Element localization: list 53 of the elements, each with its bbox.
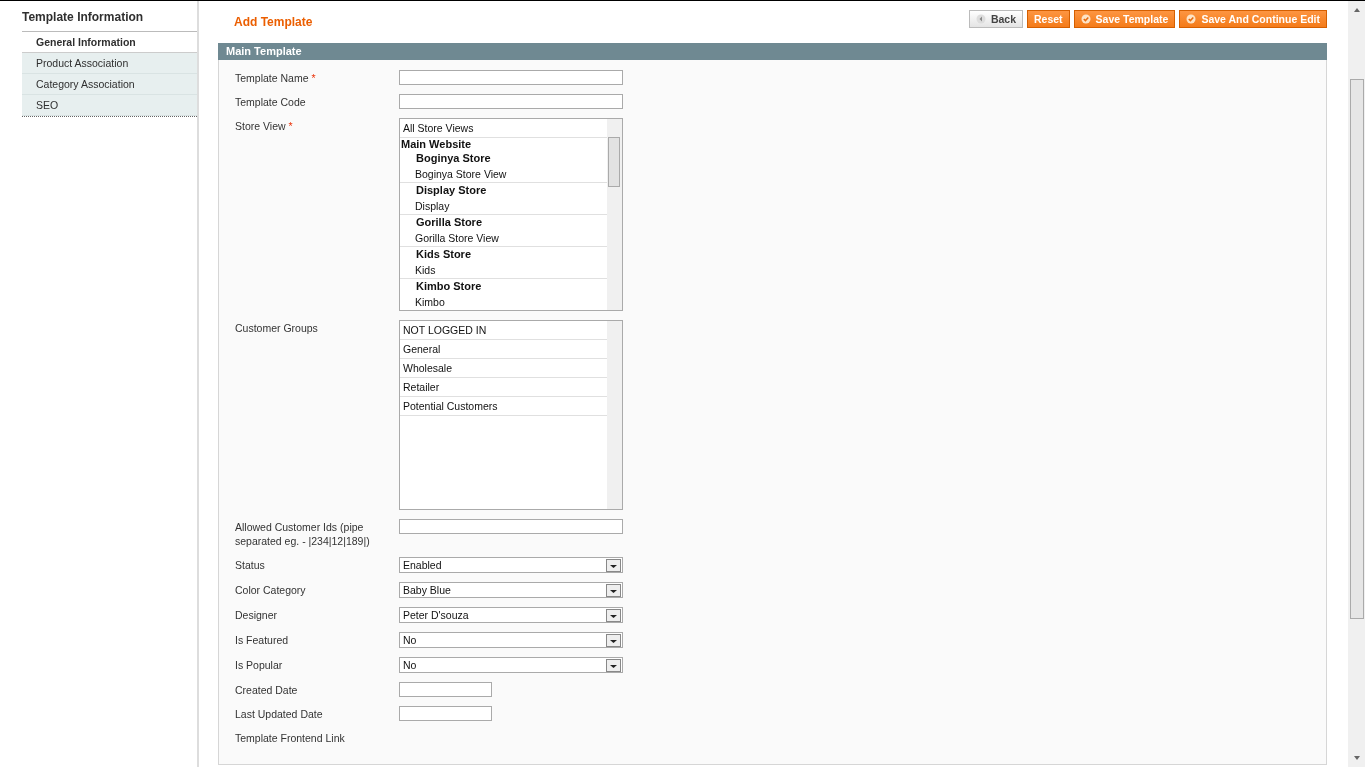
- multiselect-list[interactable]: All Store Views Main Website Boginya Store Boginya Store View Display Store Display Gorilla Store Gorilla Store View Kids Store Kids Kimbo Store Kimbo: [399, 118, 623, 311]
- list-scrollbar[interactable]: [607, 321, 622, 509]
- field-label: Is Featured: [235, 633, 290, 648]
- date-field[interactable]: [399, 706, 492, 721]
- text-field[interactable]: [399, 94, 623, 109]
- list-option[interactable]: Wholesale: [400, 359, 607, 378]
- list-option[interactable]: Kids: [400, 262, 607, 278]
- field-label: Designer: [235, 608, 279, 623]
- list-option[interactable]: Gorilla Store View: [400, 230, 607, 246]
- dropdown[interactable]: Enabled: [399, 557, 623, 573]
- dropdown[interactable]: Peter D'souza: [399, 607, 623, 623]
- list-option[interactable]: All Store Views: [400, 119, 607, 138]
- field-label: Allowed Customer Ids (pipe separated eg. - |234|12|189|): [235, 520, 371, 548]
- text-field[interactable]: [399, 70, 623, 85]
- list-option[interactable]: Kimbo: [400, 294, 607, 310]
- dropdown[interactable]: Baby Blue: [399, 582, 623, 598]
- check-icon: [1080, 14, 1091, 24]
- option-group: Kimbo Store: [400, 279, 607, 294]
- page-scrollbar[interactable]: [1348, 1, 1365, 767]
- list-scrollbar[interactable]: [607, 119, 622, 310]
- section-header: Main Template: [218, 43, 1327, 60]
- list-option[interactable]: NOT LOGGED IN: [400, 321, 607, 340]
- check-icon: [1186, 14, 1197, 24]
- dropdown[interactable]: No: [399, 632, 623, 648]
- field-label: Is Popular: [235, 658, 284, 673]
- list-option[interactable]: Boginya Store View: [400, 166, 607, 182]
- text-field[interactable]: [399, 519, 623, 534]
- dropdown[interactable]: No: [399, 657, 623, 673]
- option-group: Display Store: [400, 183, 607, 198]
- field-label: Template Code: [235, 95, 307, 109]
- back-button[interactable]: Back: [968, 10, 1023, 28]
- field-label: Customer Groups: [235, 321, 319, 336]
- field-label: Status: [235, 558, 266, 573]
- list-option[interactable]: Potential Customers: [400, 397, 607, 416]
- list-option[interactable]: Retailer: [400, 378, 607, 397]
- sidebar-tab[interactable]: Product Association: [22, 53, 197, 74]
- list-option[interactable]: General: [400, 340, 607, 359]
- field-label: Template Name *: [235, 71, 317, 85]
- sidebar-tab[interactable]: SEO: [22, 95, 197, 116]
- option-group: Kids Store: [400, 247, 607, 262]
- sidebar-tab[interactable]: Category Association: [22, 74, 197, 95]
- field-label: Color Category: [235, 583, 307, 598]
- field-label: Last Updated Date: [235, 707, 324, 721]
- field-label: Created Date: [235, 683, 299, 697]
- field-label: Store View *: [235, 119, 294, 134]
- option-group: Gorilla Store: [400, 215, 607, 230]
- option-group: Boginya Store: [400, 151, 607, 166]
- list-option[interactable]: Display: [400, 198, 607, 214]
- page-title: Add Template: [234, 15, 313, 29]
- field-label: Template Frontend Link: [235, 731, 346, 745]
- date-field[interactable]: [399, 682, 492, 697]
- option-group: Main Website: [400, 138, 607, 151]
- multiselect-list[interactable]: NOT LOGGED IN General Wholesale Retailer Potential Customers: [399, 320, 623, 510]
